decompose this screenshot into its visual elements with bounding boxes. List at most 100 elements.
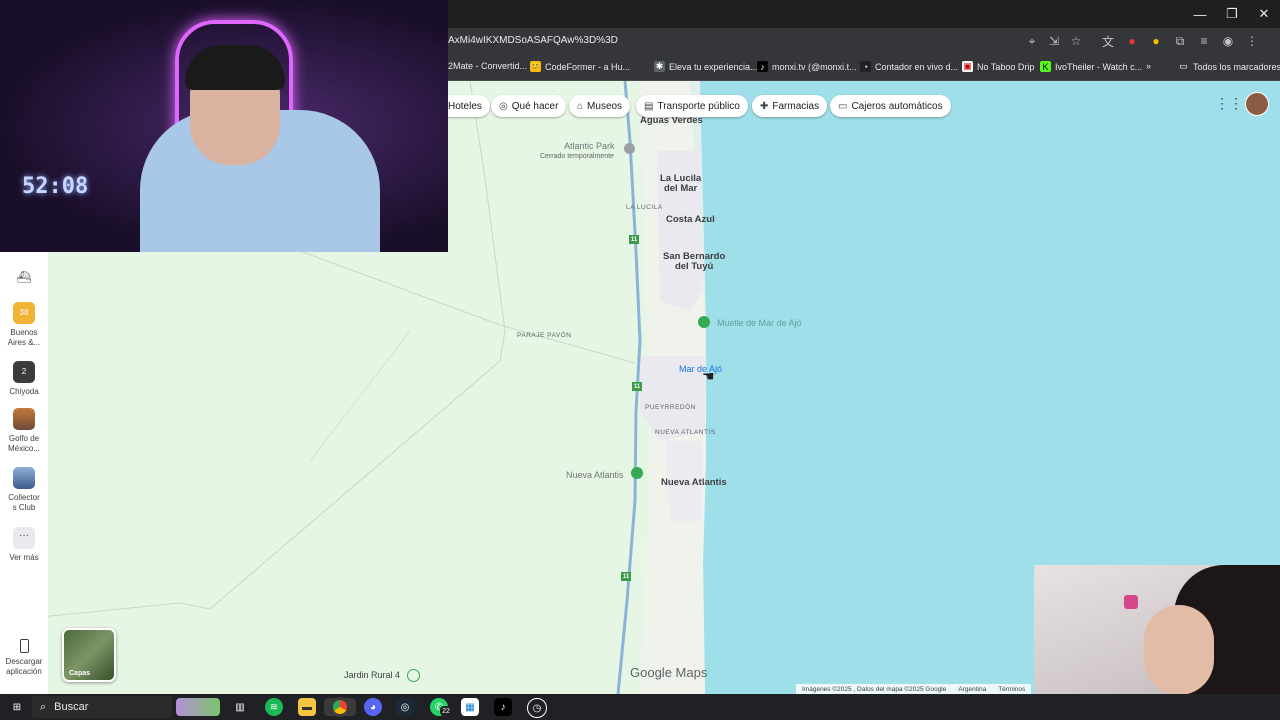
spotify-icon[interactable]: ≋: [265, 698, 283, 716]
closed-poi-icon[interactable]: [624, 143, 635, 154]
file-explorer-icon[interactable]: ▬: [298, 698, 316, 716]
windows-start-icon[interactable]: ⊞: [8, 698, 26, 716]
install-app-icon[interactable]: ⇲: [1046, 31, 1062, 51]
bookmark-item[interactable]: ◔ Contador en vivo d...: [860, 61, 958, 72]
avatar[interactable]: [1245, 92, 1269, 116]
bookmark-item[interactable]: 2Mate - Convertid...: [448, 61, 527, 71]
bookmark-favicon-icon: 😊: [529, 61, 542, 72]
chip-que-hacer[interactable]: ◎ Qué hacer: [491, 95, 567, 117]
bookmark-item[interactable]: ✱ Eleva tu experiencia...: [654, 61, 758, 72]
bookmark-label: monxi.tv (@monxi.t...: [772, 61, 857, 72]
chip-cajeros[interactable]: ▭ Cajeros automáticos: [830, 95, 951, 117]
discord-icon[interactable]: ◕: [364, 698, 382, 716]
chip-museos[interactable]: ⌂ Museos: [569, 95, 631, 117]
rail-item-chiyoda[interactable]: 2 Chiyoda: [0, 361, 48, 397]
chip-farmacias[interactable]: ✚ Farmacias: [752, 95, 828, 117]
layers-label: Capas: [69, 670, 91, 677]
rural-road: [309, 330, 411, 462]
map-label-muelle[interactable]: Muelle de Mar de Ajó: [717, 318, 802, 328]
close-button[interactable]: ✕: [1248, 0, 1280, 28]
bookmark-item[interactable]: ♪ monxi.tv (@monxi.t...: [757, 61, 857, 72]
steam-icon[interactable]: ◎: [396, 698, 414, 716]
chip-transporte[interactable]: ▤ Transporte público: [636, 95, 748, 117]
muelle-poi-icon[interactable]: [698, 316, 710, 328]
map-label-atlantic-park[interactable]: Atlantic Park: [564, 141, 615, 151]
bookmark-favicon-icon: ◔: [860, 61, 871, 72]
chip-label: Hoteles: [448, 100, 482, 112]
media-icon[interactable]: ≡: [1196, 31, 1212, 51]
pharmacy-icon: ✚: [760, 100, 769, 112]
bookmark-item[interactable]: K IvoTheiler - Watch c...: [1040, 61, 1142, 72]
kick-icon: K: [1040, 61, 1051, 72]
map-label-aguas-verdes[interactable]: Aguas Verdes: [640, 116, 703, 126]
map-label-nueva-atlantis-poi[interactable]: Nueva Atlantis: [566, 470, 624, 480]
map-label-nueva-atlantis[interactable]: Nueva Atlantis: [661, 478, 727, 488]
rail-item-recent[interactable]: ⛴: [0, 268, 48, 294]
widgets-icon[interactable]: [176, 698, 220, 716]
menu-icon[interactable]: ⋮: [1244, 31, 1260, 51]
app-icon[interactable]: ◷: [527, 698, 547, 718]
url-text[interactable]: AxMi4wIKXMDSoASAFQAw%3D%3D: [448, 35, 618, 46]
search-label: Buscar: [54, 701, 89, 713]
bookmark-item[interactable]: ▣ No Taboo Drip: [962, 61, 1034, 72]
rail-item-collectors-club[interactable]: Collector s Club: [0, 467, 48, 513]
extension-color-icon[interactable]: ●: [1148, 31, 1164, 51]
map-label-la-lucila: LA LUCILA: [626, 204, 663, 211]
led-clock: 52:08: [22, 174, 89, 199]
map-label-closed: Cerrado temporalmente: [540, 153, 614, 160]
rail-item-golfo-de-mexico[interactable]: Golfo de México...: [0, 408, 48, 454]
rail-item-label: Descargar aplicación: [5, 657, 43, 676]
webcam-overlay-streamer: [0, 0, 448, 252]
minimize-button[interactable]: —: [1184, 0, 1216, 28]
task-view-icon[interactable]: ▥: [231, 698, 249, 716]
puzzle-icon[interactable]: ⧉: [1172, 31, 1188, 51]
rail-item-label: Buenos Aires &...: [7, 328, 41, 347]
map-label-costa-azul[interactable]: Costa Azul: [666, 215, 715, 225]
bookmark-item[interactable]: 😊 CodeFormer - a Hu...: [530, 61, 630, 72]
bookmark-favicon-icon: ▣: [962, 61, 973, 72]
taskbar-search[interactable]: ⌕ Buscar: [32, 696, 172, 718]
store-icon[interactable]: ▦: [461, 698, 479, 716]
terms-link[interactable]: Términos: [998, 686, 1025, 693]
map-label-san-bernardo[interactable]: San Bernardo del Tuyú: [663, 252, 725, 272]
extension-icons: 文 ● ● ⧉ ≡ ◉ ⋮: [1100, 31, 1260, 51]
chrome-icon[interactable]: [324, 697, 356, 717]
map-label-la-lucila-del-mar[interactable]: La Lucila del Mar: [660, 174, 701, 194]
rail-item-ver-mas[interactable]: ··· Ver más: [0, 527, 48, 563]
tiktok-icon: ♪: [757, 61, 768, 72]
bookmark-label: Todos los marcadores: [1193, 61, 1280, 72]
rail-item-label: Ver más: [9, 553, 39, 562]
address-bar-icons: ⌖ ⇲ ☆: [1024, 31, 1084, 51]
rail-item-buenos-aires[interactable]: 38 Buenos Aires &...: [0, 302, 48, 348]
window-controls: — ❐ ✕: [1184, 0, 1280, 28]
bookmark-label: No Taboo Drip: [977, 61, 1035, 72]
map-label-mar-de-ajo[interactable]: Mar de Ajó: [679, 364, 722, 374]
rail-item-label: Golfo de México...: [7, 434, 40, 453]
country-link[interactable]: Argentina: [958, 686, 986, 693]
star-icon[interactable]: ☆: [1068, 31, 1084, 51]
all-bookmarks-button[interactable]: ▭ Todos los marcadores: [1178, 61, 1280, 72]
bookmark-label: Eleva tu experiencia...: [669, 61, 758, 72]
ship-icon: ⛴: [16, 270, 32, 284]
location-icon[interactable]: ⌖: [1024, 31, 1040, 51]
translate-icon[interactable]: 文: [1100, 31, 1116, 51]
chip-label: Transporte público: [657, 100, 740, 112]
bookmark-favicon-icon: ✱: [654, 61, 665, 72]
layers-button[interactable]: Capas: [62, 628, 116, 682]
restore-button[interactable]: ❐: [1216, 0, 1248, 28]
park-poi-icon[interactable]: [631, 467, 643, 479]
bookmark-label: 2Mate - Convertid...: [448, 61, 528, 71]
map-label-jardin-rural[interactable]: Jardin Rural 4: [344, 670, 400, 680]
more-icon: ···: [13, 527, 35, 549]
more-bookmarks-button[interactable]: »: [1146, 61, 1151, 71]
tiktok-icon[interactable]: ♪: [494, 698, 512, 716]
chevron-double-icon: »: [1146, 61, 1152, 71]
school-poi-icon[interactable]: [407, 669, 420, 682]
attribution-text: Imágenes ©2025 , Datos del mapa ©2025 Go…: [802, 685, 947, 693]
google-apps-icon[interactable]: ⋮⋮: [1215, 95, 1243, 112]
download-app-button[interactable]: Descargar aplicación: [0, 639, 48, 677]
rail-item-label: Collector s Club: [8, 493, 40, 512]
profile-icon[interactable]: ◉: [1220, 31, 1236, 51]
extension-red-icon[interactable]: ●: [1124, 31, 1140, 51]
list-thumbnail: 2: [13, 361, 35, 383]
